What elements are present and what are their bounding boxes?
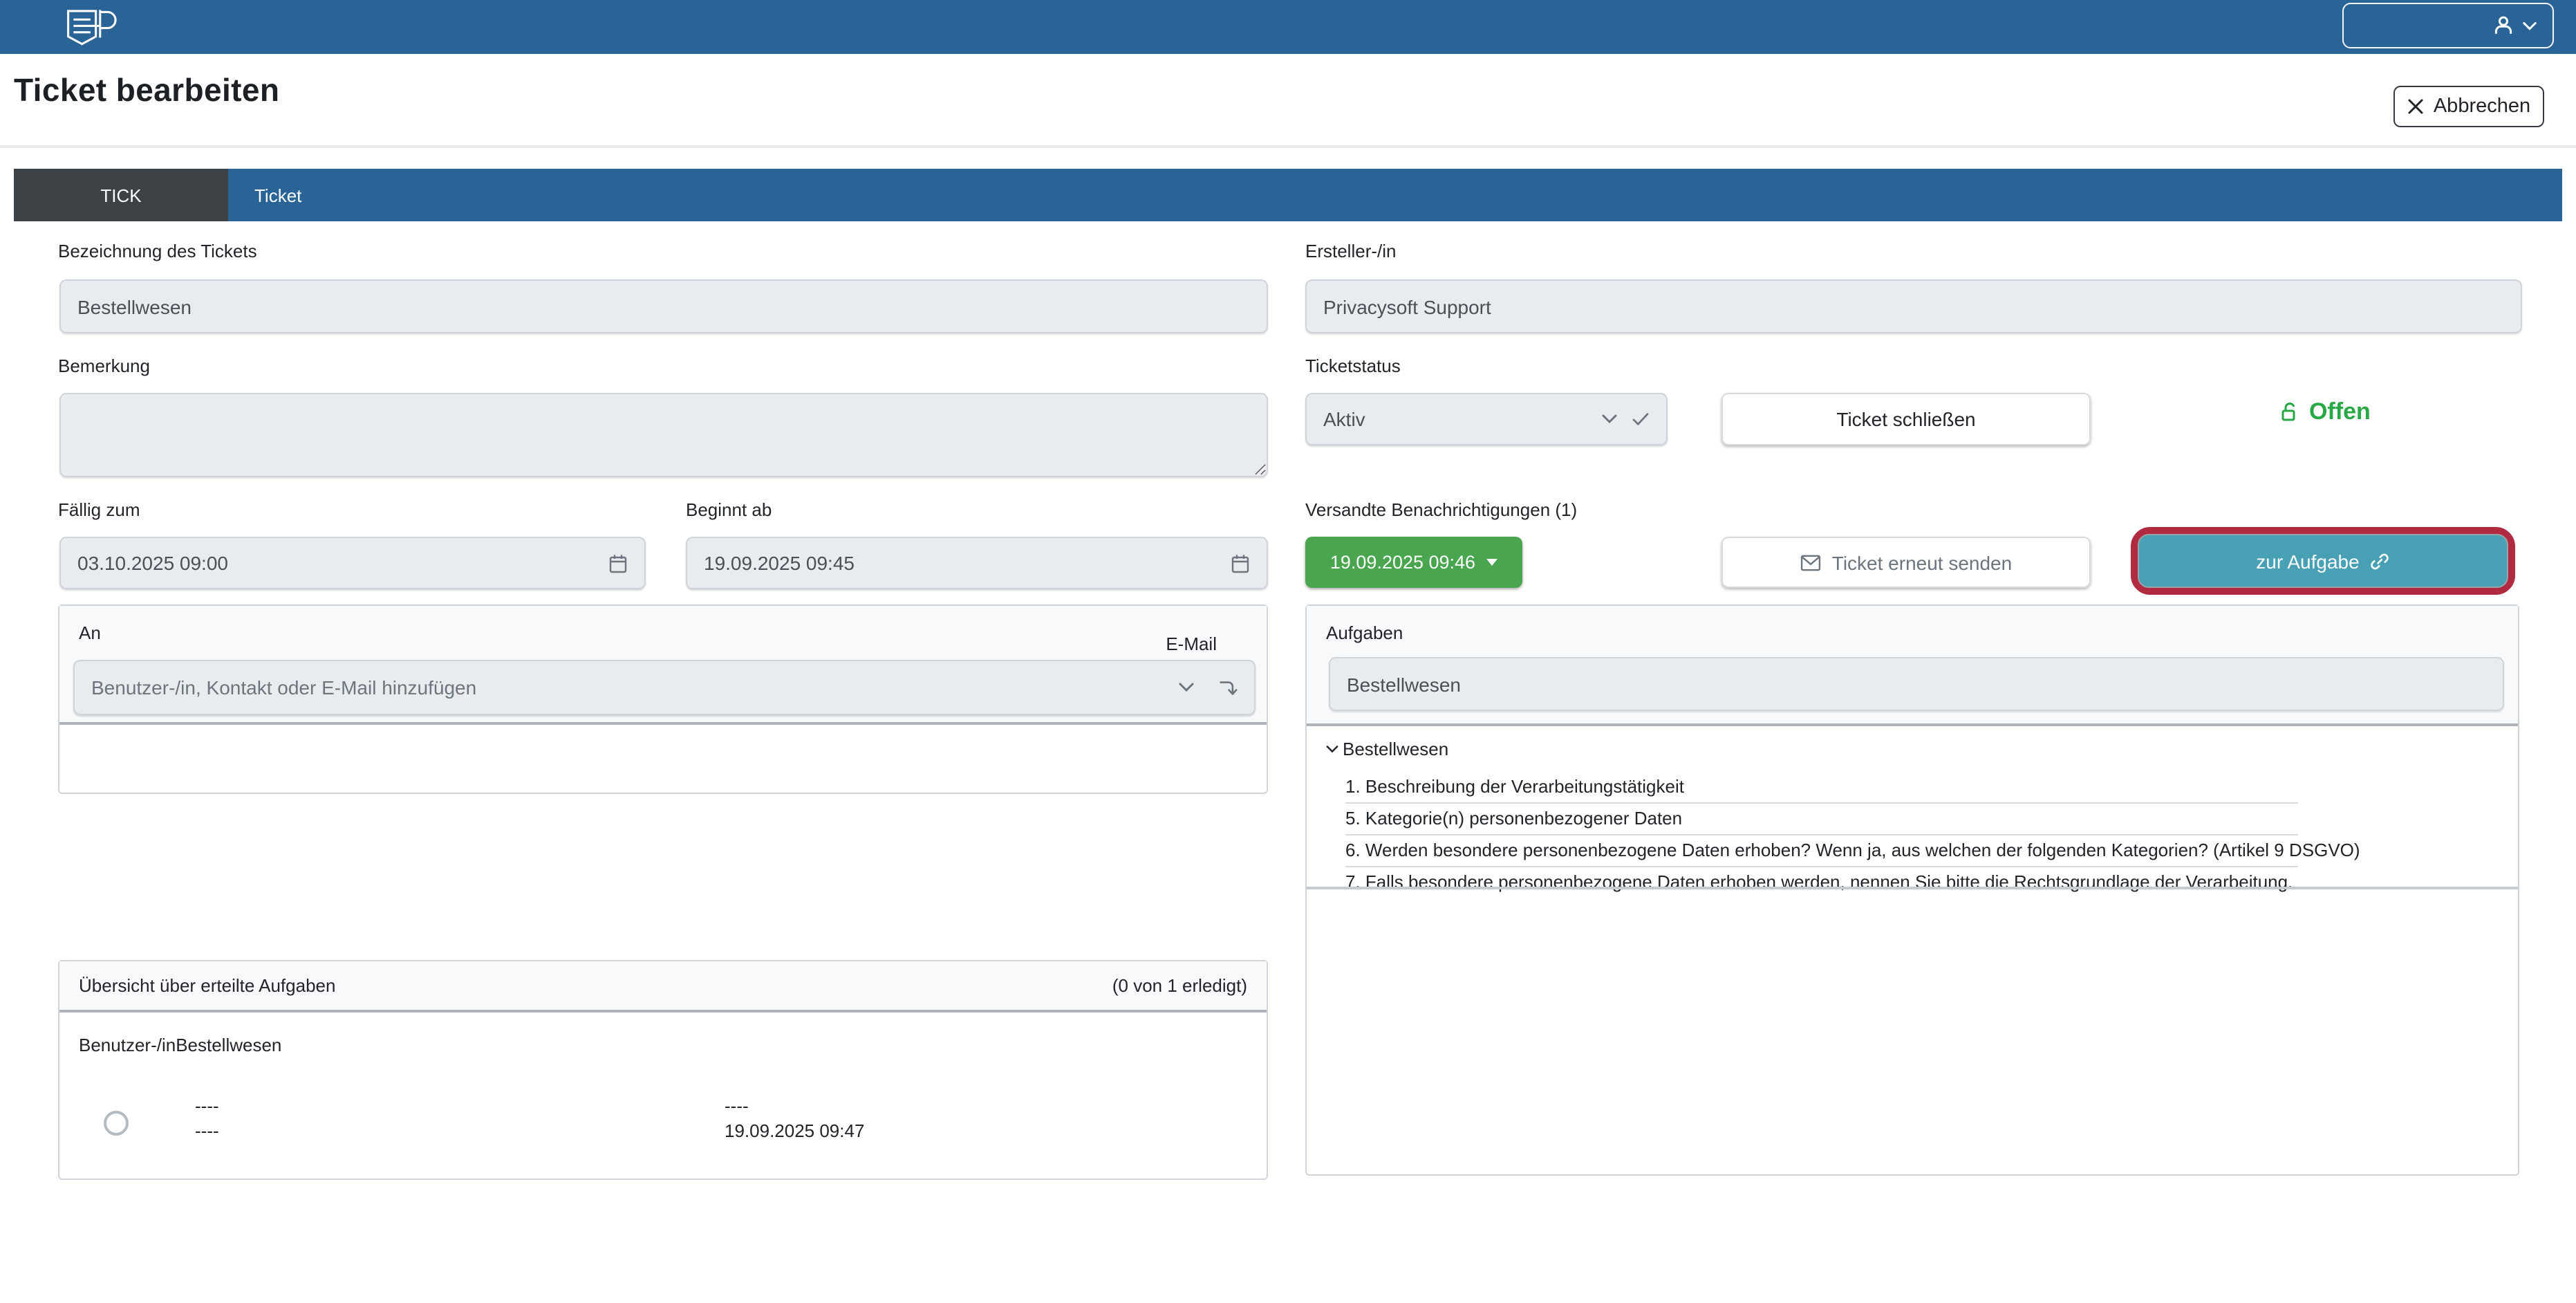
- question-list-divider: [1307, 887, 2518, 889]
- check-icon[interactable]: [1632, 412, 1650, 426]
- task-row-user-cell: ---- ----: [195, 1094, 219, 1144]
- uebersicht-column-headers: Benutzer-/inBestellwesen: [79, 1035, 281, 1055]
- caret-down-icon: [1486, 559, 1497, 566]
- ticket-state-label: Offen: [2309, 398, 2371, 426]
- aufgaben-name-input[interactable]: [1329, 657, 2504, 711]
- an-recipient-select[interactable]: Benutzer-/in, Kontakt oder E-Mail hinzuf…: [73, 660, 1256, 715]
- task-created-timestamp: 19.09.2025 09:47: [725, 1119, 864, 1144]
- tab-tick[interactable]: TICK: [14, 169, 228, 221]
- task-row-date-cell: ---- 19.09.2025 09:47: [725, 1094, 864, 1144]
- user-menu[interactable]: [2342, 3, 2554, 48]
- link-icon: [2371, 551, 2390, 571]
- tree-root-label: Bestellwesen: [1343, 739, 1448, 759]
- uebersicht-panel: Übersicht über erteilte Aufgaben (0 von …: [58, 960, 1268, 1180]
- faellig-zum-input[interactable]: 03.10.2025 09:00: [59, 537, 646, 589]
- ticket-schliessen-label: Ticket schließen: [1836, 408, 1975, 430]
- an-recipient-placeholder: Benutzer-/in, Kontakt oder E-Mail hinzuf…: [91, 676, 1178, 699]
- an-panel: An Benutzer-/in, Kontakt oder E-Mail hin…: [58, 604, 1268, 794]
- uebersicht-title: Übersicht über erteilte Aufgaben: [79, 975, 335, 996]
- ticket-erneut-senden-button[interactable]: Ticket erneut senden: [1721, 537, 2091, 588]
- question-item[interactable]: 5. Kategorie(n) personenbezogener Daten: [1345, 804, 2298, 835]
- zur-aufgabe-label: zur Aufgabe: [2256, 550, 2359, 572]
- header-divider: [0, 145, 2576, 148]
- close-icon: [2407, 98, 2424, 115]
- ticket-state: Offen: [2279, 398, 2371, 426]
- ticketstatus-label: Ticketstatus: [1305, 355, 1401, 376]
- bezeichnung-input[interactable]: [59, 279, 1268, 333]
- chevron-down-icon: [1601, 414, 1618, 425]
- zur-aufgabe-button[interactable]: zur Aufgabe: [2138, 534, 2508, 588]
- privacysoft-logo-icon[interactable]: [65, 8, 120, 46]
- faellig-zum-label: Fällig zum: [58, 499, 140, 520]
- zur-aufgabe-highlight-ring: zur Aufgabe: [2131, 527, 2515, 595]
- beginnt-ab-value: 19.09.2025 09:45: [704, 552, 1231, 574]
- beginnt-ab-input[interactable]: 19.09.2025 09:45: [686, 537, 1268, 589]
- cancel-button-label: Abbrechen: [2434, 95, 2530, 118]
- col-bestellwesen-label: Bestellwesen: [176, 1035, 281, 1055]
- ticketstatus-select[interactable]: Aktiv: [1305, 393, 1668, 445]
- an-panel-header: An Benutzer-/in, Kontakt oder E-Mail hin…: [59, 606, 1267, 725]
- app-root: Ticket bearbeiten Abbrechen TICK Ticket …: [0, 0, 2576, 1303]
- page-title: Ticket bearbeiten: [14, 72, 279, 109]
- aufgaben-label: Aufgaben: [1326, 622, 1403, 643]
- uebersicht-progress: (0 von 1 erledigt): [1112, 975, 1247, 996]
- chevron-down-icon: [1326, 744, 1338, 754]
- col-benutzer-label: Benutzer-/in: [79, 1035, 176, 1055]
- person-icon: [2492, 14, 2515, 37]
- bezeichnung-label: Bezeichnung des Tickets: [58, 241, 257, 261]
- dash-value: ----: [195, 1094, 219, 1119]
- task-radio[interactable]: [104, 1111, 129, 1136]
- ersteller-input[interactable]: [1305, 279, 2522, 333]
- ticket-schliessen-button[interactable]: Ticket schließen: [1721, 393, 2091, 445]
- chevron-down-icon: [1178, 682, 1195, 693]
- beginnt-ab-label: Beginnt ab: [686, 499, 772, 520]
- top-navbar: [0, 0, 2576, 54]
- ersteller-label: Ersteller-/in: [1305, 241, 1397, 261]
- dash-value: ----: [725, 1094, 864, 1119]
- question-item[interactable]: 6. Werden besondere personenbezogene Dat…: [1345, 835, 2298, 867]
- return-arrow-icon[interactable]: [1217, 677, 1238, 698]
- ticketstatus-value: Aktiv: [1323, 408, 1601, 430]
- tree-node-bestellwesen[interactable]: Bestellwesen: [1326, 739, 1448, 759]
- calendar-icon: [1231, 553, 1250, 573]
- unlock-icon: [2279, 401, 2301, 423]
- sent-notification-timestamp: 19.09.2025 09:46: [1330, 552, 1475, 573]
- question-item[interactable]: 1. Beschreibung der Verarbeitungstätigke…: [1345, 772, 2298, 804]
- an-label: An: [79, 622, 101, 643]
- aufgaben-panel-header: Aufgaben: [1307, 606, 2518, 726]
- envelope-icon: [1800, 554, 1821, 571]
- aufgaben-panel: Aufgaben Bestellwesen 1. Beschreibung de…: [1305, 604, 2519, 1176]
- bemerkung-label: Bemerkung: [58, 355, 150, 376]
- sent-notification-dropdown[interactable]: 19.09.2025 09:46: [1305, 537, 1522, 588]
- ticket-erneut-senden-label: Ticket erneut senden: [1832, 551, 2012, 573]
- cancel-button[interactable]: Abbrechen: [2393, 86, 2544, 127]
- question-list: 1. Beschreibung der Verarbeitungstätigke…: [1345, 772, 2298, 898]
- chevron-down-icon: [2522, 20, 2537, 31]
- dash-value: ----: [195, 1119, 219, 1144]
- an-email-label: E-Mail: [1166, 634, 1217, 654]
- tab-ticket[interactable]: Ticket: [228, 169, 301, 221]
- tab-bar: TICK Ticket: [14, 169, 2562, 221]
- question-item[interactable]: 7. Falls besondere personenbezogene Date…: [1345, 867, 2298, 898]
- calendar-icon: [608, 553, 628, 573]
- bemerkung-textarea[interactable]: [59, 393, 1268, 477]
- uebersicht-panel-header: Übersicht über erteilte Aufgaben (0 von …: [59, 961, 1267, 1013]
- faellig-zum-value: 03.10.2025 09:00: [77, 552, 608, 574]
- benachrichtigungen-label: Versandte Benachrichtigungen (1): [1305, 499, 1577, 520]
